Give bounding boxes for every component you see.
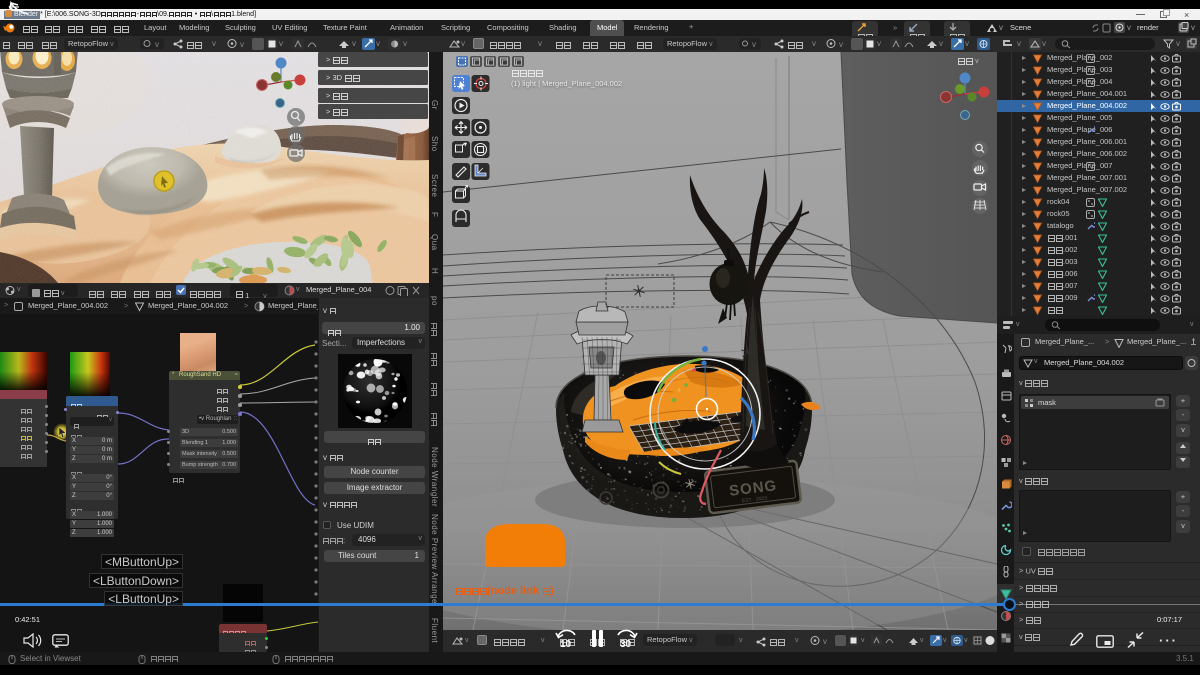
svg-text:v: v bbox=[155, 40, 159, 49]
svg-text:v: v bbox=[839, 40, 843, 49]
svg-text:v: v bbox=[240, 40, 244, 49]
svg-text:v: v bbox=[823, 637, 827, 646]
svg-text:v: v bbox=[752, 40, 756, 49]
